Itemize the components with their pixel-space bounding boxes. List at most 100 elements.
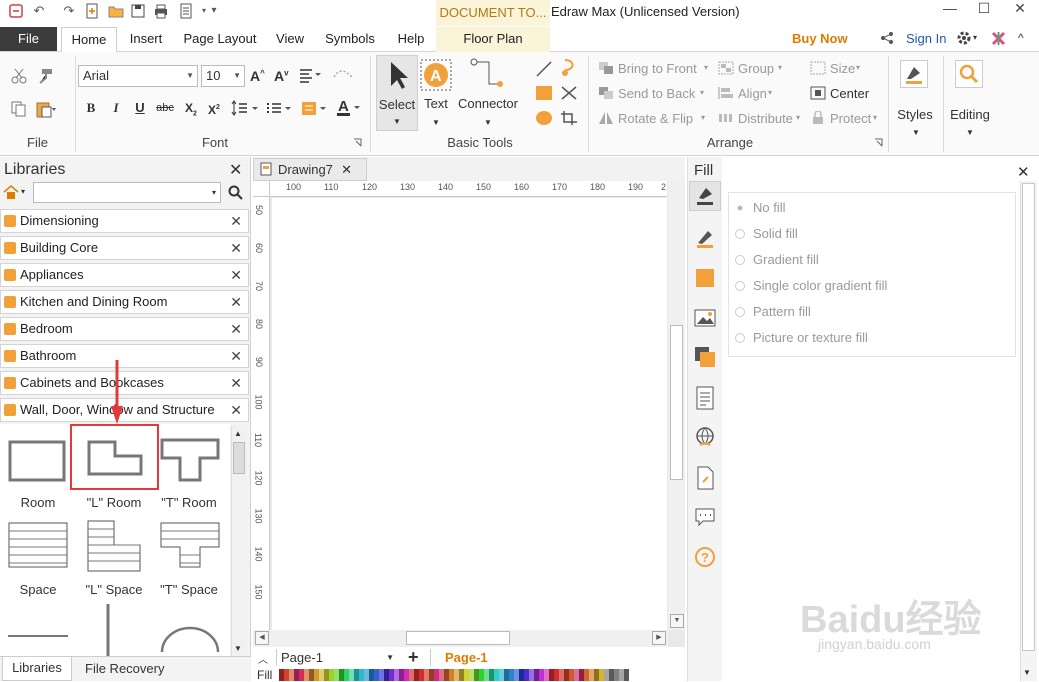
tab-help[interactable]: Help (388, 27, 434, 52)
minimize-button[interactable]: — (938, 0, 962, 18)
align-icon[interactable] (299, 67, 321, 83)
tab-insert[interactable]: Insert (120, 27, 172, 52)
color-swatch[interactable] (624, 669, 629, 681)
cross-tool-icon[interactable] (560, 85, 578, 101)
close-icon[interactable]: ✕ (230, 399, 242, 421)
settings-dropdown-icon[interactable]: ▾ (973, 33, 977, 42)
distribute-icon[interactable] (718, 111, 734, 125)
vertical-wall-shape-icon[interactable] (106, 604, 110, 656)
superscript-icon[interactable]: X2 (206, 100, 222, 117)
close-icon[interactable]: ✕ (230, 318, 242, 340)
decrease-font-icon[interactable]: Av (274, 68, 289, 84)
tab-file-recovery[interactable]: File Recovery (85, 661, 164, 676)
line-spacing-icon[interactable] (332, 67, 356, 83)
cut-icon[interactable] (10, 67, 28, 85)
qa-more-icon[interactable]: ▾ (206, 3, 222, 19)
space-shape-icon[interactable] (8, 522, 68, 568)
chevron-down-icon[interactable]: ▼ (966, 128, 974, 137)
apps-icon[interactable] (991, 31, 1006, 46)
fill-tab-button[interactable] (689, 181, 721, 211)
chevron-down-icon[interactable]: ▾ (701, 113, 705, 122)
fill-option-solid[interactable]: Solid fill (735, 226, 798, 241)
scroll-down-icon[interactable]: ▼ (670, 614, 684, 628)
close-fill-panel-icon[interactable]: ✕ (1017, 163, 1030, 181)
center-icon[interactable] (810, 86, 826, 100)
chevron-down-icon[interactable]: ▾ (778, 63, 782, 72)
lock-icon[interactable] (810, 111, 826, 125)
library-item[interactable]: Bedroom ✕ (0, 317, 249, 341)
arc-wall-shape-icon[interactable] (160, 624, 220, 654)
library-item[interactable]: Cabinets and Bookcases ✕ (0, 371, 249, 395)
font-color-icon[interactable]: A (336, 98, 364, 116)
tab-home[interactable]: Home (61, 27, 117, 53)
close-icon[interactable]: ✕ (230, 291, 242, 313)
ellipse-tool-icon[interactable] (535, 110, 553, 126)
group-icon[interactable] (718, 61, 734, 75)
align-objects-icon[interactable] (718, 86, 734, 100)
new-icon[interactable] (84, 3, 100, 19)
chevron-down-icon[interactable]: ▾ (704, 63, 708, 72)
connector-tool-icon[interactable] (470, 58, 504, 92)
chevron-down-icon[interactable]: ▾ (768, 88, 772, 97)
sign-in-link[interactable]: Sign In (906, 31, 946, 46)
library-item[interactable]: Kitchen and Dining Room ✕ (0, 290, 249, 314)
tab-page-layout[interactable]: Page Layout (176, 27, 264, 52)
align-label[interactable]: Align (738, 86, 767, 101)
bring-to-front-label[interactable]: Bring to Front (618, 61, 697, 76)
undo-icon[interactable]: ↶ (31, 3, 47, 19)
bullets-icon[interactable] (265, 100, 293, 116)
close-button[interactable]: ✕ (1008, 0, 1032, 18)
fill-option-no-fill[interactable]: No fill (737, 200, 786, 215)
chevron-down-icon[interactable]: ▾ (856, 63, 860, 72)
chevron-down-icon[interactable]: ▾ (700, 88, 704, 97)
close-icon[interactable]: ✕ (230, 210, 242, 232)
fill-option-gradient[interactable]: Gradient fill (735, 252, 819, 267)
hyperlink-icon[interactable] (694, 426, 716, 448)
rectangle-tool-icon[interactable] (535, 85, 553, 101)
underline-icon[interactable]: U (132, 100, 148, 116)
layer-icon[interactable] (694, 346, 716, 368)
settings-icon[interactable] (956, 30, 972, 46)
size-label[interactable]: Size (830, 61, 855, 76)
share-icon[interactable] (880, 31, 894, 45)
document-tab[interactable]: Drawing7 ✕ (253, 158, 367, 181)
protect-label[interactable]: Protect (830, 111, 871, 126)
library-item[interactable]: Bathroom ✕ (0, 344, 249, 368)
format-painter-icon[interactable] (36, 67, 54, 85)
group-label[interactable]: Group (738, 61, 774, 76)
arc-tool-icon[interactable] (560, 58, 578, 78)
export-icon[interactable] (178, 3, 194, 19)
subscript-icon[interactable]: X2 (183, 100, 199, 117)
send-to-back-icon[interactable] (598, 86, 614, 100)
arrange-dialog-launcher-icon[interactable] (874, 138, 883, 147)
font-size-select[interactable]: 10 ▼ (201, 65, 245, 87)
page-properties-icon[interactable] (694, 386, 716, 410)
add-page-icon[interactable]: + (408, 647, 419, 668)
tab-floor-plan[interactable]: Floor Plan (436, 27, 550, 52)
bring-to-front-icon[interactable] (598, 61, 614, 75)
distribute-label[interactable]: Distribute (738, 111, 793, 126)
rotate-flip-label[interactable]: Rotate & Flip (618, 111, 693, 126)
buy-now-link[interactable]: Buy Now (792, 31, 848, 46)
fill-option-single-color-gradient[interactable]: Single color gradient fill (735, 278, 887, 293)
fill-panel-scroll-thumb[interactable] (1022, 183, 1035, 651)
text-tool-icon[interactable]: A (420, 59, 452, 91)
strikethrough-icon[interactable]: abc (155, 100, 175, 116)
comment-icon[interactable] (694, 506, 716, 528)
maximize-button[interactable]: ☐ (972, 0, 996, 18)
styles-icon[interactable] (900, 60, 928, 88)
close-icon[interactable]: ✕ (230, 345, 242, 367)
t-room-shape-icon[interactable] (160, 438, 220, 482)
home-icon[interactable] (3, 185, 19, 199)
magnifier-icon[interactable] (955, 60, 983, 88)
scroll-down-icon[interactable]: ▼ (1023, 668, 1031, 677)
line-style-icon[interactable] (694, 227, 716, 249)
connector-tool-label[interactable]: Connector (456, 96, 520, 111)
scroll-up-icon[interactable]: ▲ (234, 429, 242, 438)
close-icon[interactable]: ✕ (230, 264, 242, 286)
tab-libraries[interactable]: Libraries (2, 657, 72, 681)
copy-icon[interactable] (10, 100, 28, 118)
library-scroll-thumb[interactable] (233, 442, 245, 474)
tab-view[interactable]: View (268, 27, 312, 52)
chevron-down-icon[interactable]: ▼ (912, 128, 920, 137)
